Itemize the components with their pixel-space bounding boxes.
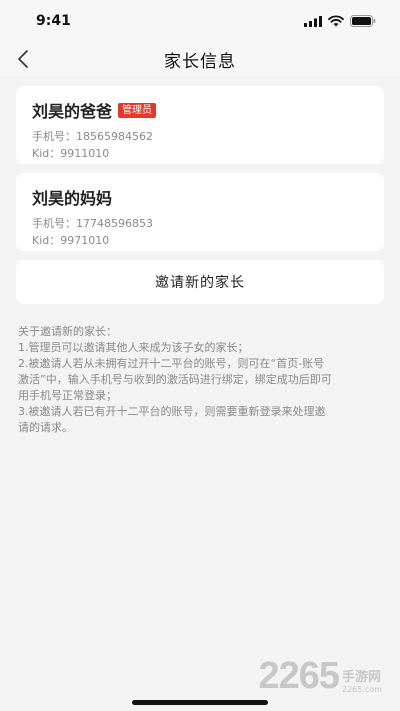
signal-icon [304,15,322,27]
note-line: 关于邀请新的家长： [18,325,117,338]
watermark-url: 2265.com [342,685,382,694]
parent-card-mother[interactable]: 刘昊的妈妈 手机号：17748596853 Kid：9971010 [16,173,384,251]
wifi-icon [328,15,344,27]
watermark-logo: 2265 手游网 2265.com [258,657,382,695]
note-line: 1.管理员可以邀请其他人来成为该子女的家长； [18,341,249,354]
status-time: 9:41 [36,13,71,29]
page-title: 家长信息 [164,51,236,72]
note-line: 2.被邀请人若从未拥有过开十二平台的账号，则可在“首页-账号 [18,357,325,370]
invite-notes: 关于邀请新的家长： 1.管理员可以邀请其他人来成为该子女的家长； 2.被邀请人若… [16,324,384,436]
back-button[interactable] [12,48,34,70]
main-content: 刘昊的爸爸 管理员 手机号：18565984562 Kid：9911010 刘昊… [0,76,400,436]
note-line: 激活”中，输入手机号与收到的激活码进行绑定，绑定成功后即可 [18,373,332,386]
parent-card-father[interactable]: 刘昊的爸爸 管理员 手机号：18565984562 Kid：9911010 [16,86,384,164]
card-head: 刘昊的爸爸 管理员 [32,98,368,122]
parent-name: 刘昊的爸爸 [32,102,113,121]
watermark-cn: 手游网 [342,670,382,685]
parent-phone: 手机号：17748596853 [32,217,153,230]
home-indicator [132,700,268,705]
parent-phone: 手机号：18565984562 [32,130,153,143]
nav-bar: 家长信息 [0,42,400,76]
admin-badge: 管理员 [118,102,157,118]
chevron-left-icon [18,50,28,68]
note-line: 请的请求。 [18,421,73,434]
invite-parent-button[interactable]: 邀请新的家长 [16,260,384,304]
watermark-number: 2265 [258,655,340,697]
status-bar: 9:41 [0,0,400,42]
note-line: 3.被邀请人若已有开十二平台的账号，则需要重新登录来处理邀 [18,405,326,418]
parent-name: 刘昊的妈妈 [32,189,113,208]
note-line: 用手机号正常登录； [18,389,117,402]
watermark-side: 手游网 2265.com [342,671,382,695]
parent-kid: Kid：9911010 [32,147,110,160]
card-head: 刘昊的妈妈 [32,185,368,209]
battery-icon [350,15,376,27]
parent-kid: Kid：9971010 [32,234,110,247]
status-icons [304,15,376,27]
